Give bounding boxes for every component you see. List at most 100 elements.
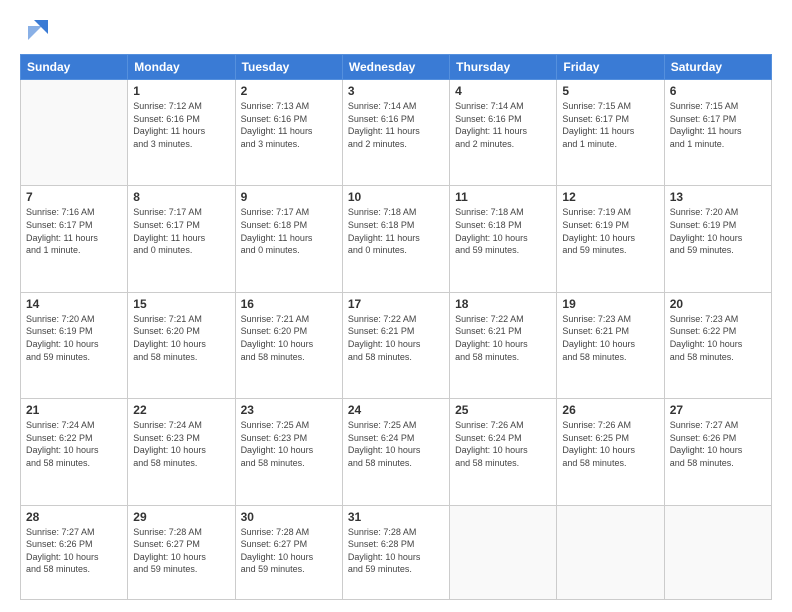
calendar-cell: 6 Sunrise: 7:15 AM Sunset: 6:17 PM Daylig…: [664, 80, 771, 186]
day-info: Sunrise: 7:18 AM Sunset: 6:18 PM Dayligh…: [348, 206, 444, 256]
day-info: Sunrise: 7:24 AM Sunset: 6:22 PM Dayligh…: [26, 419, 122, 469]
day-info: Sunrise: 7:19 AM Sunset: 6:19 PM Dayligh…: [562, 206, 658, 256]
calendar-cell: 4 Sunrise: 7:14 AM Sunset: 6:16 PM Daylig…: [450, 80, 557, 186]
day-number: 20: [670, 297, 766, 311]
calendar-cell: 28 Sunrise: 7:27 AM Sunset: 6:26 PM Dayli…: [21, 505, 128, 599]
day-number: 6: [670, 84, 766, 98]
day-info: Sunrise: 7:23 AM Sunset: 6:21 PM Dayligh…: [562, 313, 658, 363]
calendar-cell: 30 Sunrise: 7:28 AM Sunset: 6:27 PM Dayli…: [235, 505, 342, 599]
calendar-cell: [557, 505, 664, 599]
calendar-cell: 23Sunrise: 7:25 AM Sunset: 6:23 PM Dayli…: [235, 399, 342, 505]
calendar-cell: [450, 505, 557, 599]
col-header-thursday: Thursday: [450, 55, 557, 80]
day-info: Sunrise: 7:16 AM Sunset: 6:17 PM Dayligh…: [26, 206, 122, 256]
day-number: 17: [348, 297, 444, 311]
day-info: Sunrise: 7:20 AM Sunset: 6:19 PM Dayligh…: [670, 206, 766, 256]
calendar-cell: [21, 80, 128, 186]
day-number: 25: [455, 403, 551, 417]
day-info: Sunrise: 7:13 AM Sunset: 6:16 PM Dayligh…: [241, 100, 337, 150]
calendar-cell: 24 Sunrise: 7:25 AM Sunset: 6:24 PM Dayli…: [342, 399, 449, 505]
day-number: 27: [670, 403, 766, 417]
col-header-friday: Friday: [557, 55, 664, 80]
day-number: 11: [455, 190, 551, 204]
day-number: 26: [562, 403, 658, 417]
calendar-table: SundayMondayTuesdayWednesdayThursdayFrid…: [20, 54, 772, 600]
calendar-cell: 5Sunrise: 7:15 AM Sunset: 6:17 PM Daylig…: [557, 80, 664, 186]
calendar-cell: 31Sunrise: 7:28 AM Sunset: 6:28 PM Dayli…: [342, 505, 449, 599]
calendar-cell: 15 Sunrise: 7:21 AM Sunset: 6:20 PM Dayli…: [128, 292, 235, 398]
day-number: 1: [133, 84, 229, 98]
calendar-cell: 17 Sunrise: 7:22 AM Sunset: 6:21 PM Dayli…: [342, 292, 449, 398]
day-number: 28: [26, 510, 122, 524]
calendar-cell: 21 Sunrise: 7:24 AM Sunset: 6:22 PM Dayli…: [21, 399, 128, 505]
day-info: Sunrise: 7:22 AM Sunset: 6:21 PM Dayligh…: [455, 313, 551, 363]
day-info: Sunrise: 7:28 AM Sunset: 6:27 PM Dayligh…: [241, 526, 337, 576]
day-number: 7: [26, 190, 122, 204]
day-number: 8: [133, 190, 229, 204]
calendar-cell: 11 Sunrise: 7:18 AM Sunset: 6:18 PM Dayli…: [450, 186, 557, 292]
day-number: 16: [241, 297, 337, 311]
day-number: 12: [562, 190, 658, 204]
page: SundayMondayTuesdayWednesdayThursdayFrid…: [0, 0, 792, 612]
day-info: Sunrise: 7:15 AM Sunset: 6:17 PM Dayligh…: [670, 100, 766, 150]
calendar-cell: 16 Sunrise: 7:21 AM Sunset: 6:20 PM Dayli…: [235, 292, 342, 398]
day-info: Sunrise: 7:14 AM Sunset: 6:16 PM Dayligh…: [455, 100, 551, 150]
day-number: 18: [455, 297, 551, 311]
calendar-cell: 10 Sunrise: 7:18 AM Sunset: 6:18 PM Dayli…: [342, 186, 449, 292]
day-info: Sunrise: 7:12 AM Sunset: 6:16 PM Dayligh…: [133, 100, 229, 150]
day-info: Sunrise: 7:24 AM Sunset: 6:23 PM Dayligh…: [133, 419, 229, 469]
day-number: 21: [26, 403, 122, 417]
col-header-wednesday: Wednesday: [342, 55, 449, 80]
day-info: Sunrise: 7:26 AM Sunset: 6:24 PM Dayligh…: [455, 419, 551, 469]
calendar-cell: [664, 505, 771, 599]
day-number: 9: [241, 190, 337, 204]
day-number: 10: [348, 190, 444, 204]
day-info: Sunrise: 7:21 AM Sunset: 6:20 PM Dayligh…: [133, 313, 229, 363]
day-info: Sunrise: 7:25 AM Sunset: 6:24 PM Dayligh…: [348, 419, 444, 469]
calendar-cell: 27 Sunrise: 7:27 AM Sunset: 6:26 PM Dayli…: [664, 399, 771, 505]
day-info: Sunrise: 7:21 AM Sunset: 6:20 PM Dayligh…: [241, 313, 337, 363]
day-info: Sunrise: 7:14 AM Sunset: 6:16 PM Dayligh…: [348, 100, 444, 150]
day-number: 3: [348, 84, 444, 98]
day-number: 30: [241, 510, 337, 524]
calendar-cell: 29Sunrise: 7:28 AM Sunset: 6:27 PM Dayli…: [128, 505, 235, 599]
day-info: Sunrise: 7:20 AM Sunset: 6:19 PM Dayligh…: [26, 313, 122, 363]
day-number: 13: [670, 190, 766, 204]
day-number: 24: [348, 403, 444, 417]
calendar-cell: 9Sunrise: 7:17 AM Sunset: 6:18 PM Daylig…: [235, 186, 342, 292]
calendar-cell: 22 Sunrise: 7:24 AM Sunset: 6:23 PM Dayli…: [128, 399, 235, 505]
calendar-cell: 25 Sunrise: 7:26 AM Sunset: 6:24 PM Dayli…: [450, 399, 557, 505]
logo: [20, 16, 52, 44]
day-info: Sunrise: 7:25 AM Sunset: 6:23 PM Dayligh…: [241, 419, 337, 469]
day-info: Sunrise: 7:22 AM Sunset: 6:21 PM Dayligh…: [348, 313, 444, 363]
calendar-cell: 12 Sunrise: 7:19 AM Sunset: 6:19 PM Dayli…: [557, 186, 664, 292]
calendar-cell: 2 Sunrise: 7:13 AM Sunset: 6:16 PM Daylig…: [235, 80, 342, 186]
day-info: Sunrise: 7:15 AM Sunset: 6:17 PM Dayligh…: [562, 100, 658, 150]
day-number: 31: [348, 510, 444, 524]
calendar-cell: 14 Sunrise: 7:20 AM Sunset: 6:19 PM Dayli…: [21, 292, 128, 398]
day-info: Sunrise: 7:23 AM Sunset: 6:22 PM Dayligh…: [670, 313, 766, 363]
calendar-cell: 3 Sunrise: 7:14 AM Sunset: 6:16 PM Daylig…: [342, 80, 449, 186]
col-header-tuesday: Tuesday: [235, 55, 342, 80]
day-info: Sunrise: 7:27 AM Sunset: 6:26 PM Dayligh…: [26, 526, 122, 576]
col-header-sunday: Sunday: [21, 55, 128, 80]
day-number: 4: [455, 84, 551, 98]
calendar-cell: 13 Sunrise: 7:20 AM Sunset: 6:19 PM Dayli…: [664, 186, 771, 292]
calendar-cell: 7 Sunrise: 7:16 AM Sunset: 6:17 PM Daylig…: [21, 186, 128, 292]
logo-icon: [24, 16, 52, 44]
day-info: Sunrise: 7:26 AM Sunset: 6:25 PM Dayligh…: [562, 419, 658, 469]
calendar-cell: 8 Sunrise: 7:17 AM Sunset: 6:17 PM Daylig…: [128, 186, 235, 292]
day-info: Sunrise: 7:28 AM Sunset: 6:27 PM Dayligh…: [133, 526, 229, 576]
calendar-cell: 18 Sunrise: 7:22 AM Sunset: 6:21 PM Dayli…: [450, 292, 557, 398]
day-number: 22: [133, 403, 229, 417]
day-number: 2: [241, 84, 337, 98]
day-info: Sunrise: 7:18 AM Sunset: 6:18 PM Dayligh…: [455, 206, 551, 256]
header: [20, 16, 772, 44]
day-info: Sunrise: 7:17 AM Sunset: 6:17 PM Dayligh…: [133, 206, 229, 256]
col-header-saturday: Saturday: [664, 55, 771, 80]
day-number: 14: [26, 297, 122, 311]
day-info: Sunrise: 7:27 AM Sunset: 6:26 PM Dayligh…: [670, 419, 766, 469]
calendar-cell: 20 Sunrise: 7:23 AM Sunset: 6:22 PM Dayli…: [664, 292, 771, 398]
col-header-monday: Monday: [128, 55, 235, 80]
day-number: 15: [133, 297, 229, 311]
